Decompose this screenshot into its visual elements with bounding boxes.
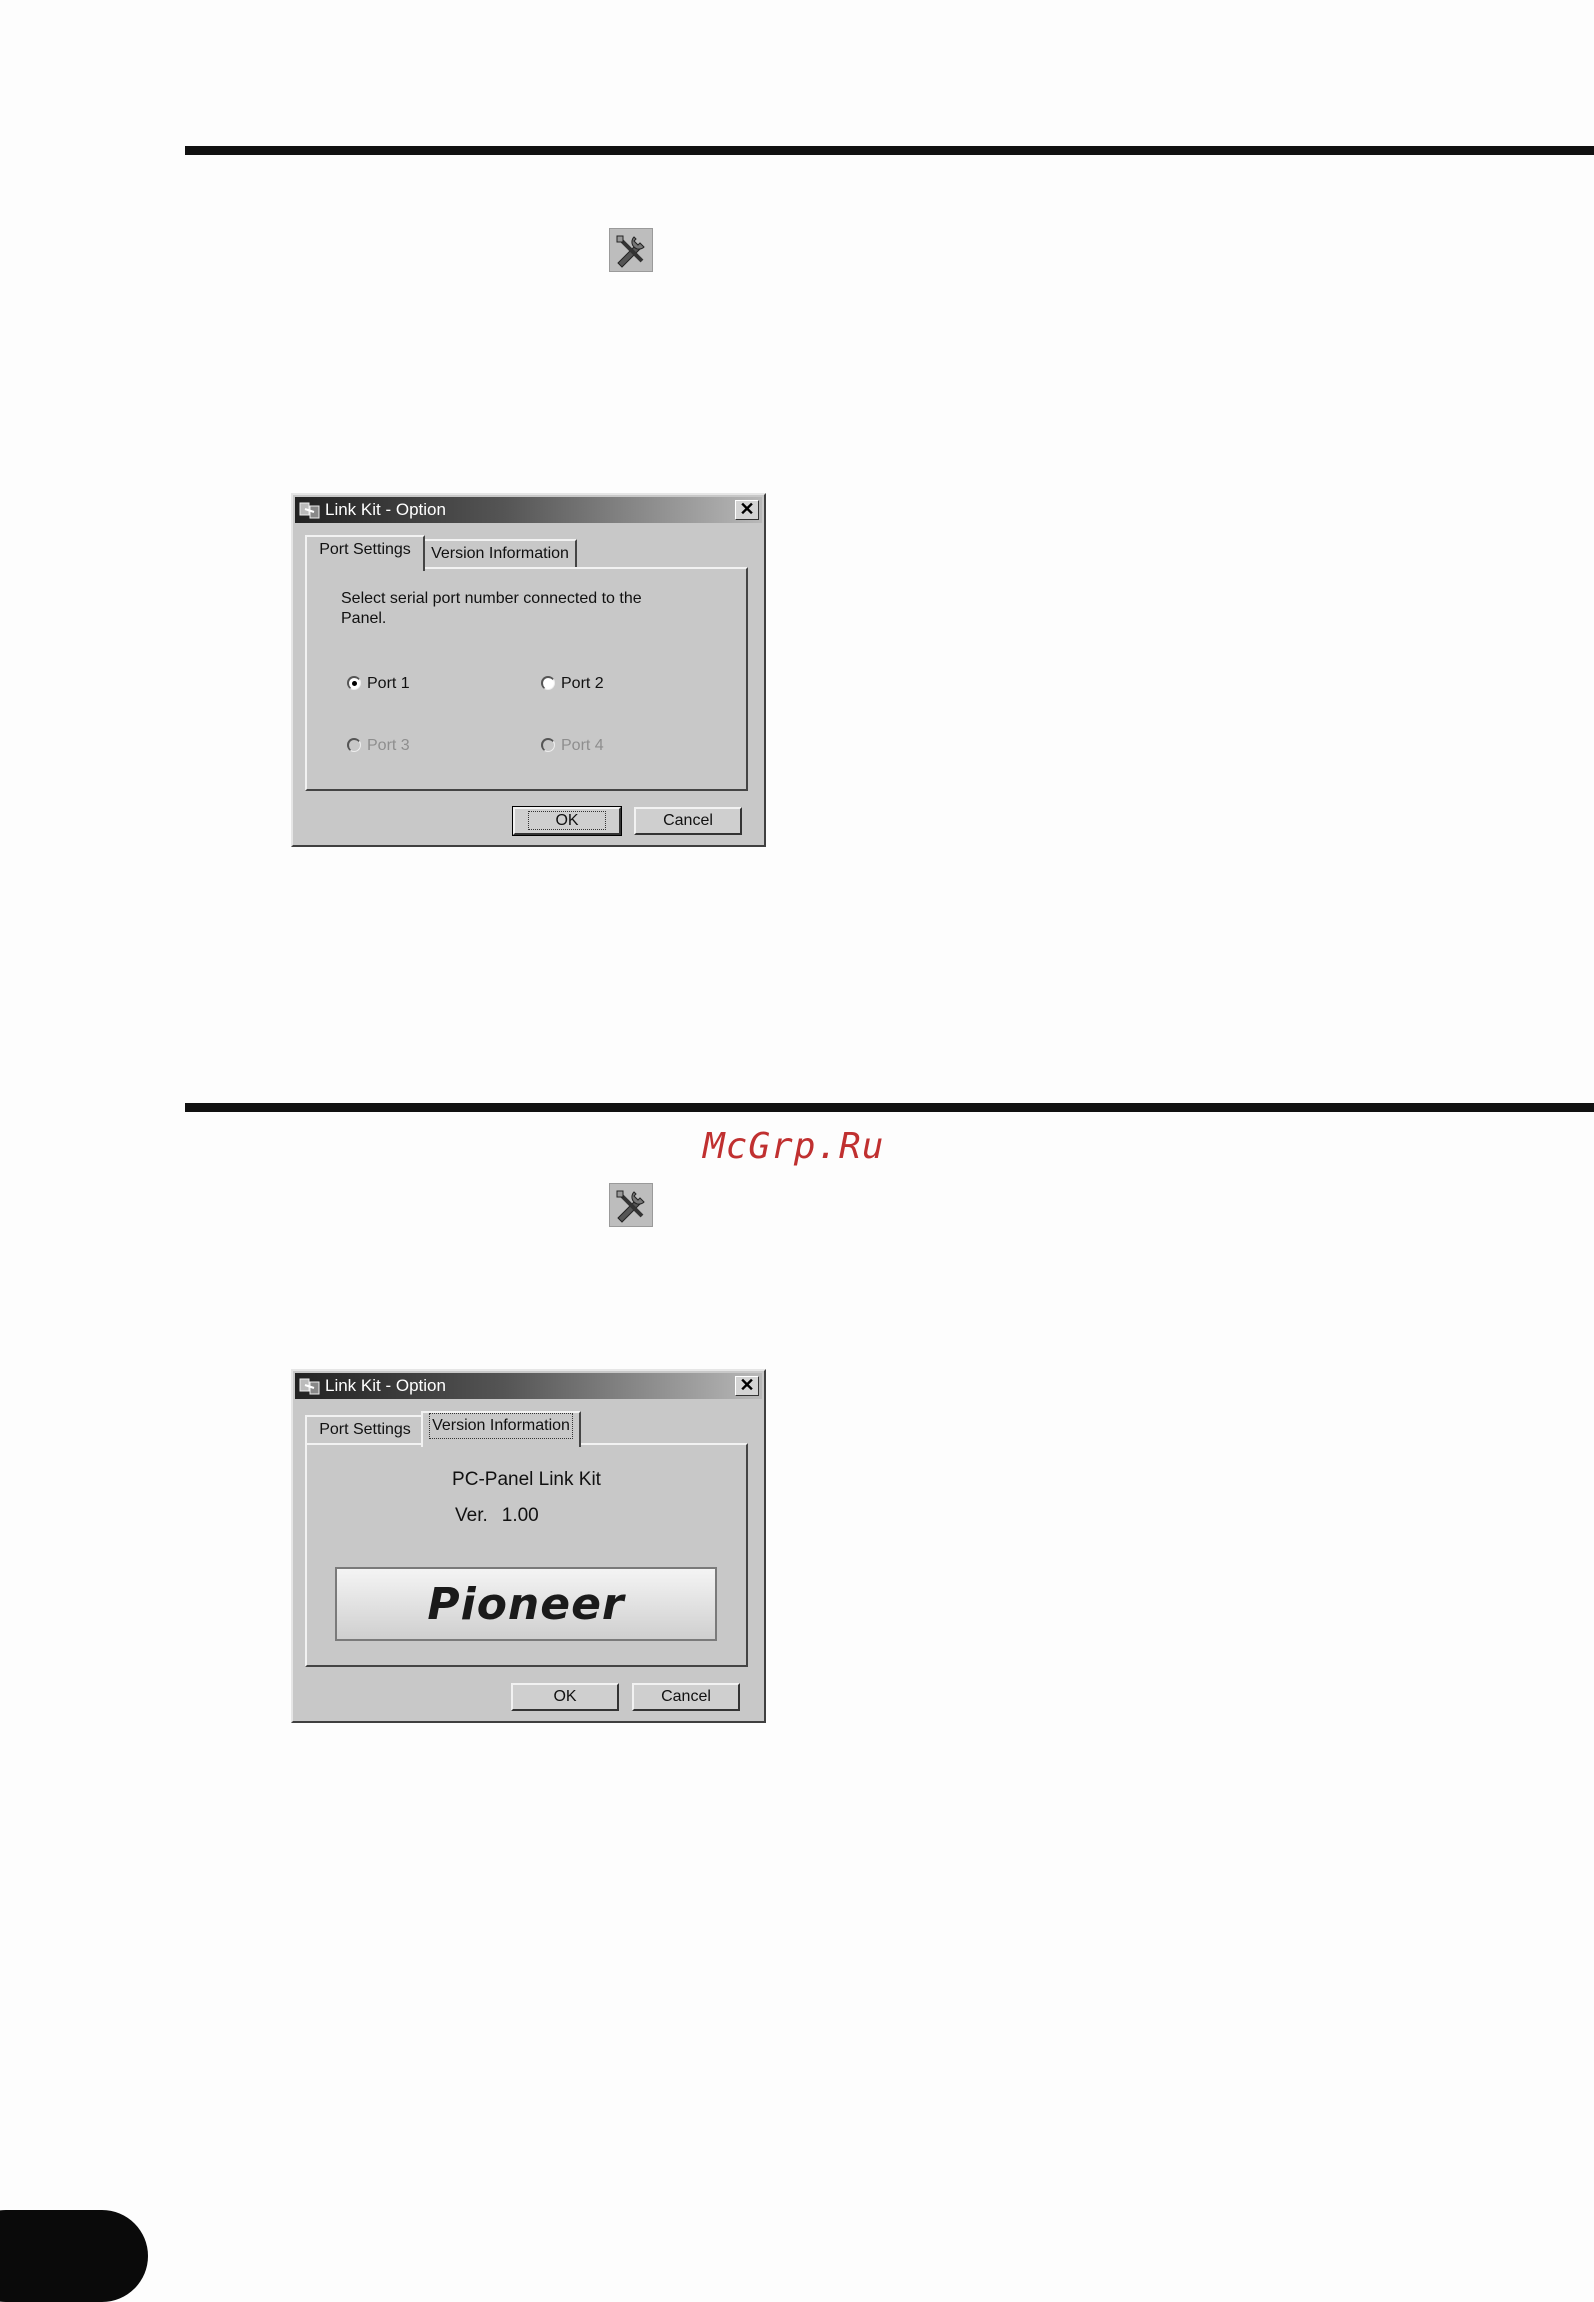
cancel-label: Cancel <box>663 812 713 829</box>
dialog-titlebar[interactable]: Link Kit - Option ✕ <box>295 1373 762 1399</box>
radio-disabled-icon <box>541 738 555 752</box>
logo-text: Pioneer <box>427 1579 626 1630</box>
close-button[interactable]: ✕ <box>735 1376 759 1396</box>
version-label: Ver. <box>455 1505 488 1526</box>
radio-port-2[interactable]: Port 2 <box>541 675 604 693</box>
watermark-text: McGrp.Ru <box>703 1126 885 1167</box>
tab-port-settings[interactable]: Port Settings <box>305 1415 425 1445</box>
product-name: PC-Panel Link Kit <box>452 1469 601 1490</box>
ok-label: OK <box>528 811 606 830</box>
radio-label: Port 1 <box>367 675 410 692</box>
option-tools-icon <box>609 228 653 272</box>
tab-label: Port Settings <box>319 1421 411 1438</box>
tab-version-information[interactable]: Version Information <box>421 1411 581 1447</box>
version-number: 1.00 <box>501 1505 539 1526</box>
radio-port-3: Port 3 <box>347 737 410 755</box>
version-information-panel: PC-Panel Link Kit Ver. 1.00 Pioneer <box>305 1443 748 1667</box>
cancel-button[interactable]: Cancel <box>634 807 742 835</box>
ok-button[interactable]: OK <box>512 806 622 836</box>
pioneer-logo: Pioneer <box>335 1567 717 1641</box>
dialog-title: Link Kit - Option <box>325 1376 446 1395</box>
close-button[interactable]: ✕ <box>735 500 759 520</box>
cancel-button[interactable]: Cancel <box>632 1683 740 1711</box>
option-dialog-port-settings: Link Kit - Option ✕ Port Settings Versio… <box>291 493 766 847</box>
ok-button[interactable]: OK <box>511 1683 619 1711</box>
link-kit-app-icon <box>299 500 321 520</box>
port-settings-panel: Select serial port number connected to t… <box>305 567 748 791</box>
section-rule-middle <box>185 1103 1594 1112</box>
dialog-title: Link Kit - Option <box>325 500 446 519</box>
version-line: Ver. 1.00 <box>455 1505 553 1527</box>
pioneer-logo-mark: Pioneer <box>427 1579 626 1630</box>
page-corner-tab <box>0 2210 148 2302</box>
radio-label: Port 4 <box>561 737 604 754</box>
cancel-label: Cancel <box>661 1688 711 1705</box>
dialog-titlebar[interactable]: Link Kit - Option ✕ <box>295 497 762 523</box>
radio-port-1[interactable]: Port 1 <box>347 675 410 693</box>
tab-label: Version Information <box>429 1413 573 1439</box>
radio-port-4: Port 4 <box>541 737 604 755</box>
radio-label: Port 2 <box>561 675 604 692</box>
tab-version-information[interactable]: Version Information <box>423 539 577 569</box>
radio-disabled-icon <box>347 738 361 752</box>
option-dialog-version-information: Link Kit - Option ✕ Port Settings Versio… <box>291 1369 766 1723</box>
radio-checked-icon <box>347 676 361 690</box>
tab-label: Port Settings <box>319 541 411 558</box>
instruction-text: Select serial port number connected to t… <box>341 590 642 627</box>
ok-label: OK <box>553 1688 577 1705</box>
radio-label: Port 3 <box>367 737 410 754</box>
radio-unchecked-icon <box>541 676 555 690</box>
tab-port-settings[interactable]: Port Settings <box>305 535 425 571</box>
link-kit-app-icon <box>299 1376 321 1396</box>
section-rule-top <box>185 146 1594 155</box>
tab-label: Version Information <box>431 545 569 562</box>
option-tools-icon <box>609 1183 653 1227</box>
